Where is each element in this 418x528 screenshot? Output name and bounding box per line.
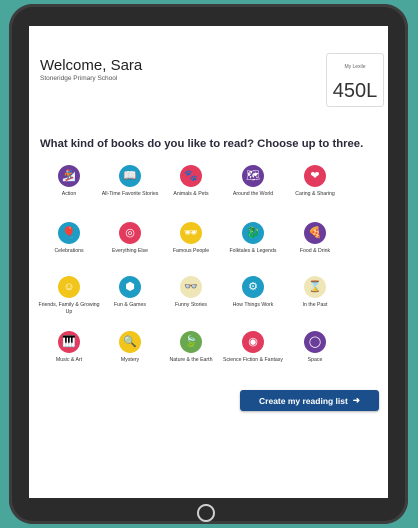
sunglasses-icon: 🕶 <box>180 222 202 244</box>
genre-label: Around the World <box>232 191 274 197</box>
genre-label: Friends, Family & Growing Up <box>38 302 100 315</box>
hourglass-icon: ⌛ <box>304 276 326 298</box>
heart-icon: ❤ <box>304 165 326 187</box>
genre-label: Animals & Pets <box>173 191 209 197</box>
genre-label: Folktales & Legends <box>229 248 277 254</box>
home-button[interactable] <box>197 504 215 522</box>
genre-option[interactable]: 🎹 Music & Art <box>38 331 100 364</box>
snowboarder-icon: 🏂 <box>58 165 80 187</box>
magnifier-icon: 🔍 <box>119 331 141 353</box>
genre-label: How Things Work <box>232 302 274 308</box>
gears-icon: ⚙ <box>242 276 264 298</box>
paw-icon: 🐾 <box>180 165 202 187</box>
tablet-frame: Welcome, Sara Stoneridge Primary School … <box>9 4 408 524</box>
genre-label: Nature & the Earth <box>169 357 213 363</box>
arrow-right-icon: ➜ <box>352 395 360 405</box>
book-icon: 📖 <box>119 165 141 187</box>
school-name: Stoneridge Primary School <box>40 75 118 82</box>
genre-option[interactable]: ◎ Everything Else <box>99 222 161 255</box>
genre-label: Caring & Sharing <box>295 191 335 197</box>
genre-label: All-Time Favorite Stories <box>101 191 159 197</box>
genre-option[interactable]: 🍃 Nature & the Earth <box>160 331 222 364</box>
piano-icon: 🎹 <box>58 331 80 353</box>
genre-label: Funny Stories <box>174 302 207 308</box>
lexile-value: 450L <box>332 80 378 102</box>
genre-label: Famous People <box>172 248 210 254</box>
genre-option[interactable]: ⬢ Fun & Games <box>99 276 161 309</box>
genre-option[interactable]: 🍕 Food & Drink <box>284 222 346 255</box>
genre-option[interactable]: ◯ Space <box>284 331 346 364</box>
genre-option[interactable]: 🐉 Folktales & Legends <box>222 222 284 255</box>
genre-label: Action <box>61 191 77 197</box>
genre-option[interactable]: 🐾 Animals & Pets <box>160 165 222 198</box>
genre-label: Everything Else <box>111 248 149 254</box>
glasses-mustache-icon: 👓 <box>180 276 202 298</box>
genre-label: Food & Drink <box>299 248 331 254</box>
genre-option[interactable]: 🗺 Around the World <box>222 165 284 198</box>
genre-label: In the Past <box>302 302 328 308</box>
genre-label: Fun & Games <box>113 302 146 308</box>
robot-icon: ◉ <box>242 331 264 353</box>
genre-option[interactable]: 🔍 Mystery <box>99 331 161 364</box>
person-icon: ☺ <box>58 276 80 298</box>
genre-label: Celebrations <box>54 248 84 254</box>
genre-option[interactable]: ◉ Science Fiction & Fantasy <box>222 331 284 364</box>
pizza-icon: 🍕 <box>304 222 326 244</box>
lexile-card: My Lexile 450L <box>326 53 384 107</box>
app-screen: Welcome, Sara Stoneridge Primary School … <box>29 26 388 498</box>
genre-option[interactable]: 🎈 Celebrations <box>38 222 100 255</box>
genre-option[interactable]: ⌛ In the Past <box>284 276 346 309</box>
genre-option[interactable]: 🕶 Famous People <box>160 222 222 255</box>
cube-icon: ⬢ <box>119 276 141 298</box>
genre-option[interactable]: 📖 All-Time Favorite Stories <box>99 165 161 198</box>
target-icon: ◎ <box>119 222 141 244</box>
genre-option[interactable]: ☺ Friends, Family & Growing Up <box>38 276 100 315</box>
map-icon: 🗺 <box>242 165 264 187</box>
genre-option[interactable]: ⚙ How Things Work <box>222 276 284 309</box>
lexile-label: My Lexile <box>344 64 366 70</box>
genre-label: Mystery <box>120 357 140 363</box>
dragon-icon: 🐉 <box>242 222 264 244</box>
welcome-heading: Welcome, Sara <box>40 57 143 74</box>
planet-icon: ◯ <box>304 331 326 353</box>
genre-option[interactable]: ❤ Caring & Sharing <box>284 165 346 198</box>
balloon-icon: 🎈 <box>58 222 80 244</box>
create-reading-list-button[interactable]: Create my reading list ➜ <box>240 390 379 411</box>
genre-label: Space <box>307 357 323 363</box>
genre-label: Science Fiction & Fantasy <box>223 357 283 363</box>
genre-question: What kind of books do you like to read? … <box>40 138 364 150</box>
genre-option[interactable]: 🏂 Action <box>38 165 100 198</box>
leaf-icon: 🍃 <box>180 331 202 353</box>
genre-label: Music & Art <box>55 357 83 363</box>
create-reading-list-label: Create my reading list <box>259 395 348 406</box>
genre-option[interactable]: 👓 Funny Stories <box>160 276 222 309</box>
